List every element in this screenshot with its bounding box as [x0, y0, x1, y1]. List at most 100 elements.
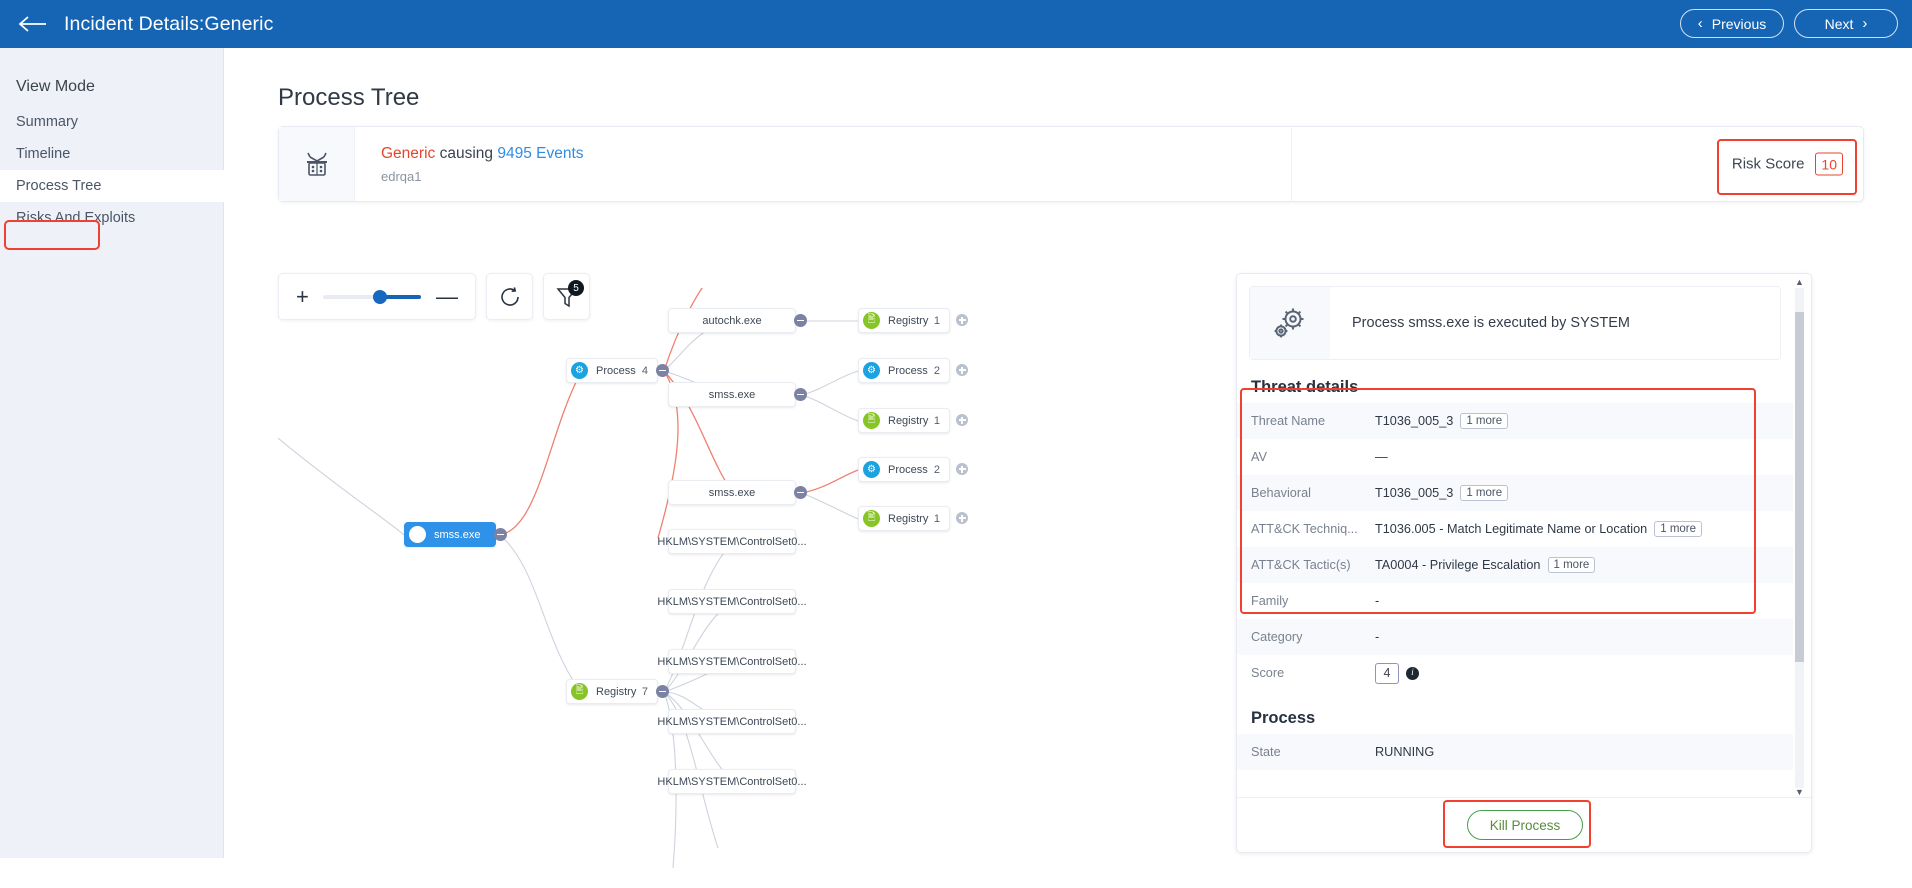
expand-toggle-process-2b[interactable]: [956, 463, 968, 475]
graph-node-label: HKLM\SYSTEM\ControlSet0...: [657, 775, 807, 788]
previous-button[interactable]: ‹ Previous: [1680, 9, 1784, 38]
graph-node-regkey-3[interactable]: HKLM\SYSTEM\ControlSet0...: [657, 649, 807, 674]
graph-node-registry-1a[interactable]: 🖹 Registry 1: [858, 308, 950, 333]
graph-node-label: Process: [888, 364, 928, 377]
graph-node-count: 1: [933, 414, 940, 427]
previous-button-label: Previous: [1711, 15, 1767, 32]
sidebar-item-risks-and-exploits[interactable]: Risks And Exploits: [0, 202, 224, 234]
row-value: T1036_005_3 1 more: [1375, 485, 1509, 501]
sidebar-item-label: Risks And Exploits: [16, 210, 136, 226]
kill-process-button[interactable]: Kill Process: [1466, 810, 1584, 840]
graph-node-registry-1b[interactable]: 🖹 Registry 1: [858, 408, 950, 433]
graph-node-label: Registry: [596, 685, 637, 698]
graph-node-regkey-4[interactable]: HKLM\SYSTEM\ControlSet0...: [657, 709, 807, 734]
graph-node-label: Registry: [888, 314, 929, 327]
divider: [1291, 128, 1292, 202]
row-key: Category: [1251, 630, 1303, 644]
host-name-text: edrqa1: [381, 168, 422, 184]
graph-node-process-2a[interactable]: ⚙ Process 2: [858, 358, 950, 383]
collapse-toggle-process-4[interactable]: [656, 364, 669, 377]
next-button[interactable]: Next ›: [1794, 9, 1898, 38]
details-panel-footer: Kill Process: [1237, 797, 1813, 852]
graph-node-count: 2: [933, 463, 940, 476]
gear-icon: ⚙: [863, 362, 880, 379]
collapse-toggle-smss-root[interactable]: [494, 528, 507, 541]
threat-row-family: Family -: [1237, 583, 1793, 619]
graph-node-label: smss.exe: [708, 388, 756, 401]
expand-toggle-registry-1a[interactable]: [956, 314, 968, 326]
graph-node-regkey-5[interactable]: HKLM\SYSTEM\ControlSet0...: [657, 769, 807, 794]
caret-up-icon[interactable]: ▲: [1795, 276, 1804, 288]
gear-icon: ⚙: [409, 526, 426, 543]
row-value: TA0004 - Privilege Escalation 1 more: [1375, 557, 1596, 573]
graph-node-count: 7: [641, 685, 648, 698]
details-scrollbar-thumb[interactable]: [1795, 312, 1804, 662]
row-key: Score: [1251, 666, 1285, 680]
threat-row-score: Score 4 i: [1237, 655, 1793, 691]
more-badge[interactable]: 1 more: [1547, 557, 1596, 573]
expand-toggle-registry-1c[interactable]: [956, 512, 968, 524]
file-icon: 🖹: [863, 412, 880, 429]
details-scroll-area[interactable]: Process smss.exe is executed by SYSTEM T…: [1237, 274, 1793, 799]
chevron-left-icon: ‹: [1697, 15, 1703, 32]
events-count-link[interactable]: 9495 Events: [497, 145, 583, 162]
graph-node-regkey-2[interactable]: HKLM\SYSTEM\ControlSet0...: [657, 589, 807, 614]
row-value: T1036.005 - Match Legitimate Name or Loc…: [1375, 521, 1703, 537]
threat-name-text: Generic: [381, 144, 436, 162]
sidebar-item-process-tree[interactable]: Process Tree: [0, 170, 228, 202]
graph-node-registry-7[interactable]: 🖹 Registry 7: [566, 679, 658, 704]
graph-node-count: 2: [933, 364, 940, 377]
row-value-text: TA0004 - Privilege Escalation: [1375, 558, 1541, 572]
threat-row-behavioral: Behavioral T1036_005_3 1 more: [1237, 475, 1793, 511]
graph-node-process-4[interactable]: ⚙ Process 4: [566, 358, 658, 383]
sidebar-item-label: Process Tree: [16, 178, 102, 194]
expand-toggle-process-2a[interactable]: [956, 364, 968, 376]
graph-node-label: smss.exe: [708, 486, 756, 499]
collapse-toggle-smss-b[interactable]: [794, 486, 807, 499]
graph-node-count: 4: [641, 364, 648, 377]
collapse-toggle-autochk[interactable]: [794, 314, 807, 327]
graph-node-smss-exe-a[interactable]: smss.exe: [668, 382, 796, 407]
sidebar: View Mode Summary Timeline Process Tree …: [0, 48, 228, 858]
threat-row-av: AV —: [1237, 439, 1793, 475]
event-summary-card: Process smss.exe is executed by SYSTEM: [1249, 286, 1781, 360]
graph-node-smss-exe-b[interactable]: smss.exe: [668, 480, 796, 505]
graph-node-process-2b[interactable]: ⚙ Process 2: [858, 457, 950, 482]
gears-icon: [1250, 287, 1330, 359]
details-panel: Process smss.exe is executed by SYSTEM T…: [1236, 273, 1813, 853]
collapse-toggle-registry-7[interactable]: [656, 685, 669, 698]
graph-node-autochk-exe[interactable]: autochk.exe: [668, 308, 796, 333]
section-title-process-tree: Process Tree: [278, 84, 420, 111]
main-content: Process Tree Generic causing 9495 Events…: [224, 48, 1912, 869]
row-key: ATT&CK Tactic(s): [1251, 558, 1351, 572]
row-value: T1036_005_3 1 more: [1375, 413, 1509, 429]
back-arrow-icon[interactable]: [18, 14, 48, 34]
file-icon: 🖹: [863, 312, 880, 329]
expand-toggle-registry-1b[interactable]: [956, 414, 968, 426]
graph-node-regkey-1[interactable]: HKLM\SYSTEM\ControlSet0...: [657, 529, 807, 554]
row-value-text: -: [1375, 630, 1380, 644]
next-button-label: Next: [1824, 15, 1854, 32]
sidebar-item-timeline[interactable]: Timeline: [0, 138, 224, 170]
info-icon[interactable]: i: [1406, 666, 1419, 680]
row-value-text: T1036_005_3: [1375, 486, 1454, 500]
threat-row-attack-tactics: ATT&CK Tactic(s) TA0004 - Privilege Esca…: [1237, 547, 1793, 583]
chevron-right-icon: ›: [1862, 15, 1868, 32]
process-row-state: State RUNNING: [1237, 734, 1793, 770]
more-badge[interactable]: 1 more: [1654, 521, 1703, 537]
threat-row-threat-name: Threat Name T1036_005_3 1 more: [1237, 403, 1793, 439]
sidebar-item-label: Timeline: [16, 146, 71, 162]
graph-node-smss-root[interactable]: ⚙ smss.exe: [404, 522, 496, 547]
threat-details-title: Threat details: [1251, 378, 1359, 396]
collapse-toggle-smss-a[interactable]: [794, 388, 807, 401]
row-value-text: —: [1375, 450, 1388, 464]
graph-node-label: HKLM\SYSTEM\ControlSet0...: [657, 595, 807, 608]
sidebar-item-summary[interactable]: Summary: [0, 106, 224, 138]
causing-text: causing: [435, 144, 498, 162]
graph-node-label: Registry: [888, 512, 929, 525]
graph-node-registry-1c[interactable]: 🖹 Registry 1: [858, 506, 950, 531]
sidebar-title: View Mode: [16, 78, 95, 95]
more-badge[interactable]: 1 more: [1460, 413, 1509, 429]
row-key: State: [1251, 745, 1281, 759]
more-badge[interactable]: 1 more: [1460, 485, 1509, 501]
